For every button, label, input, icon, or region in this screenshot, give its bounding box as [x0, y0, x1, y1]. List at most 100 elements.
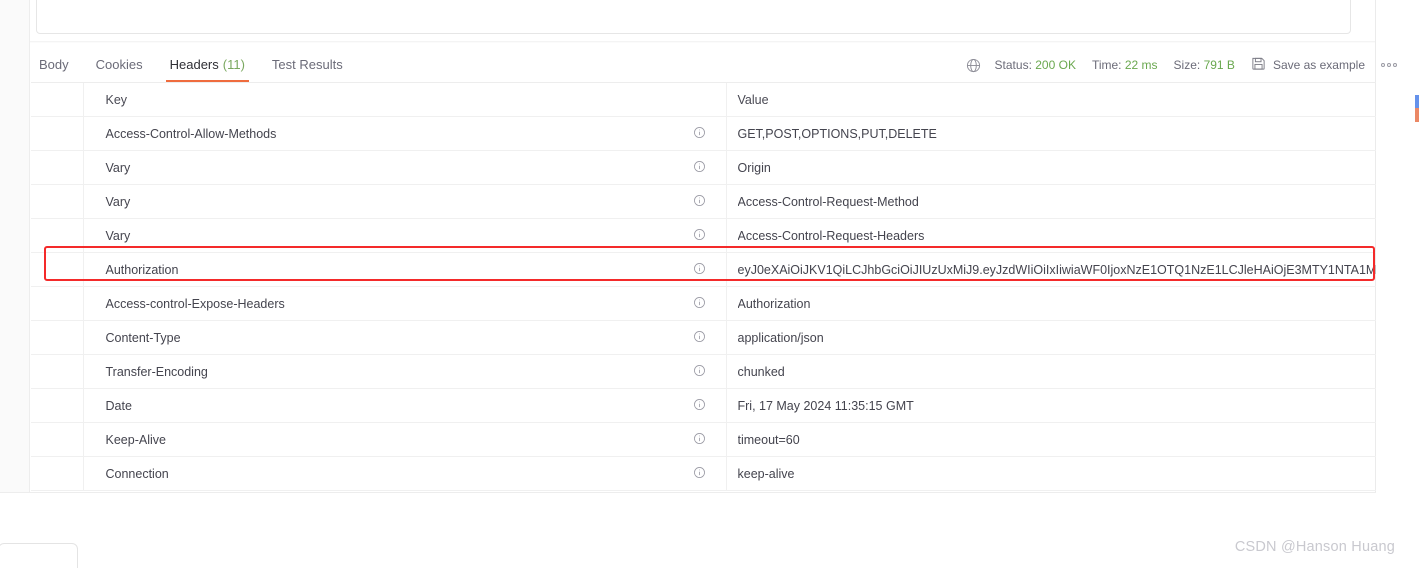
info-circle-icon[interactable] — [693, 194, 706, 210]
header-value-cell[interactable]: Origin — [725, 150, 1376, 185]
table-row[interactable]: Authorization eyJ0eXAiOiJKV1QiLCJhbGciOiJ… — [31, 252, 1376, 287]
header-value-cell[interactable]: Fri, 17 May 2024 11:35:15 GMT — [725, 388, 1376, 423]
header-value-cell[interactable]: Access-Control-Request-Method — [725, 184, 1376, 219]
scrollbar-accent-blue[interactable] — [1415, 95, 1419, 108]
header-value-text: Origin — [737, 160, 771, 175]
header-key-text: Authorization — [105, 262, 179, 277]
floppy-disk-icon — [1251, 56, 1266, 74]
table-row[interactable]: Vary Origin — [31, 150, 1376, 185]
tab-body[interactable]: Body — [39, 47, 69, 82]
dot-2 — [1387, 63, 1391, 67]
row-select-cell[interactable] — [31, 354, 83, 389]
header-key-cell[interactable]: Connection — [82, 456, 726, 491]
header-key-cell[interactable]: Access-control-Expose-Headers — [82, 286, 726, 321]
tab-test-results-label: Test Results — [271, 57, 343, 72]
row-select-cell[interactable] — [31, 150, 83, 185]
header-key-cell[interactable]: Content-Type — [82, 320, 726, 355]
header-value-cell[interactable]: Access-Control-Request-Headers — [725, 218, 1376, 253]
info-circle-icon[interactable] — [693, 364, 706, 380]
row-select-cell[interactable] — [31, 388, 83, 423]
size-label: Size: — [1173, 58, 1201, 72]
response-size: Size: 791 B — [1174, 58, 1235, 72]
header-key-cell[interactable]: Keep-Alive — [82, 422, 726, 457]
header-value-cell[interactable]: timeout=60 — [725, 422, 1376, 457]
header-key-cell[interactable]: Transfer-Encoding — [82, 354, 726, 389]
table-row[interactable]: Content-Type application/json — [31, 320, 1376, 355]
header-value-cell[interactable]: eyJ0eXAiOiJKV1QiLCJhbGciOiJIUzUxMiJ9.eyJ… — [725, 252, 1376, 287]
header-value-text: application/json — [737, 330, 824, 345]
table-row[interactable]: Date Fri, 17 May 2024 11:35:15 GMT — [31, 388, 1376, 423]
row-select-cell[interactable] — [31, 286, 83, 321]
header-key-text: Keep-Alive — [105, 432, 166, 447]
save-as-example-label: Save as example — [1272, 58, 1365, 72]
tab-headers-label: Headers — [169, 57, 219, 72]
header-value-text: Authorization — [737, 296, 811, 311]
row-select-cell[interactable] — [31, 116, 83, 151]
status-code: Status: 200 OK — [995, 58, 1076, 72]
time-value: 22 ms — [1124, 58, 1158, 72]
header-value-text: GET,POST,OPTIONS,PUT,DELETE — [737, 126, 937, 141]
row-select-cell[interactable] — [31, 218, 83, 253]
info-circle-icon[interactable] — [693, 296, 706, 312]
table-row[interactable]: Connection keep-alive — [31, 456, 1376, 491]
table-row[interactable]: Vary Access-Control-Request-Headers — [31, 218, 1376, 253]
table-row[interactable]: Vary Access-Control-Request-Method — [31, 184, 1376, 219]
header-key-text: Date — [105, 398, 132, 413]
active-tab-underline — [165, 80, 249, 82]
header-value-cell[interactable]: application/json — [725, 320, 1376, 355]
headers-table: Key Value Access-Control-Allow-Methods GE… — [31, 83, 1376, 491]
key-column-header: Key — [82, 83, 726, 117]
header-key-text: Transfer-Encoding — [105, 364, 208, 379]
header-value-cell[interactable]: keep-alive — [725, 456, 1376, 491]
header-value-text: chunked — [737, 364, 785, 379]
header-key-cell[interactable]: Access-Control-Allow-Methods — [82, 116, 726, 151]
tab-cookies[interactable]: Cookies — [96, 47, 143, 82]
header-value-cell[interactable]: chunked — [725, 354, 1376, 389]
header-key-cell[interactable]: Vary — [82, 150, 726, 185]
info-circle-icon[interactable] — [693, 262, 706, 278]
table-row[interactable]: Transfer-Encoding chunked — [31, 354, 1376, 389]
header-value-cell[interactable]: Authorization — [725, 286, 1376, 321]
scrollbar-accent-orange[interactable] — [1415, 108, 1419, 122]
tab-cookies-label: Cookies — [95, 57, 143, 72]
table-row[interactable]: Keep-Alive timeout=60 — [31, 422, 1376, 457]
headers-table-body: Access-Control-Allow-Methods GET,POST,OPT… — [31, 116, 1376, 491]
info-circle-icon[interactable] — [693, 126, 706, 142]
left-gutter — [0, 0, 30, 492]
info-circle-icon[interactable] — [693, 466, 706, 482]
header-key-text: Access-control-Expose-Headers — [105, 296, 285, 311]
info-circle-icon[interactable] — [693, 330, 706, 346]
table-header-row: Key Value — [31, 83, 1376, 117]
tab-headers[interactable]: Headers (11) — [165, 47, 249, 82]
table-row[interactable]: Access-Control-Allow-Methods GET,POST,OPT… — [31, 116, 1376, 151]
row-select-cell[interactable] — [31, 252, 83, 287]
status-value: 200 OK — [1035, 58, 1076, 72]
info-circle-icon[interactable] — [693, 160, 706, 176]
bottom-left-card — [0, 543, 78, 568]
globe-icon[interactable] — [966, 58, 981, 73]
more-options-icon[interactable] — [1379, 59, 1399, 71]
header-value-text: Access-Control-Request-Method — [737, 194, 919, 209]
row-select-cell[interactable] — [31, 184, 83, 219]
response-pane: Body Cookies Headers (11) Test Results S… — [0, 0, 1419, 568]
header-key-text: Vary — [105, 160, 131, 175]
header-value-cell[interactable]: GET,POST,OPTIONS,PUT,DELETE — [725, 116, 1376, 151]
info-circle-icon[interactable] — [693, 432, 706, 448]
table-row[interactable]: Access-control-Expose-Headers Authorizati… — [31, 286, 1376, 321]
header-key-text: Content-Type — [105, 330, 181, 345]
info-circle-icon[interactable] — [693, 228, 706, 244]
info-circle-icon[interactable] — [693, 398, 706, 414]
header-key-cell[interactable]: Vary — [82, 184, 726, 219]
header-key-text: Access-Control-Allow-Methods — [105, 126, 277, 141]
response-status-bar: Status: 200 OK Time: 22 ms Size: 791 B S… — [966, 47, 1399, 83]
row-select-cell[interactable] — [31, 456, 83, 491]
tab-test-results[interactable]: Test Results — [272, 47, 343, 82]
row-select-cell[interactable] — [31, 320, 83, 355]
save-as-example-button[interactable]: Save as example — [1251, 56, 1365, 74]
header-key-cell[interactable]: Authorization — [82, 252, 726, 287]
header-key-cell[interactable]: Vary — [82, 218, 726, 253]
row-select-cell[interactable] — [31, 422, 83, 457]
header-value-text: keep-alive — [737, 466, 795, 481]
header-key-cell[interactable]: Date — [82, 388, 726, 423]
header-key-text: Connection — [105, 466, 169, 481]
